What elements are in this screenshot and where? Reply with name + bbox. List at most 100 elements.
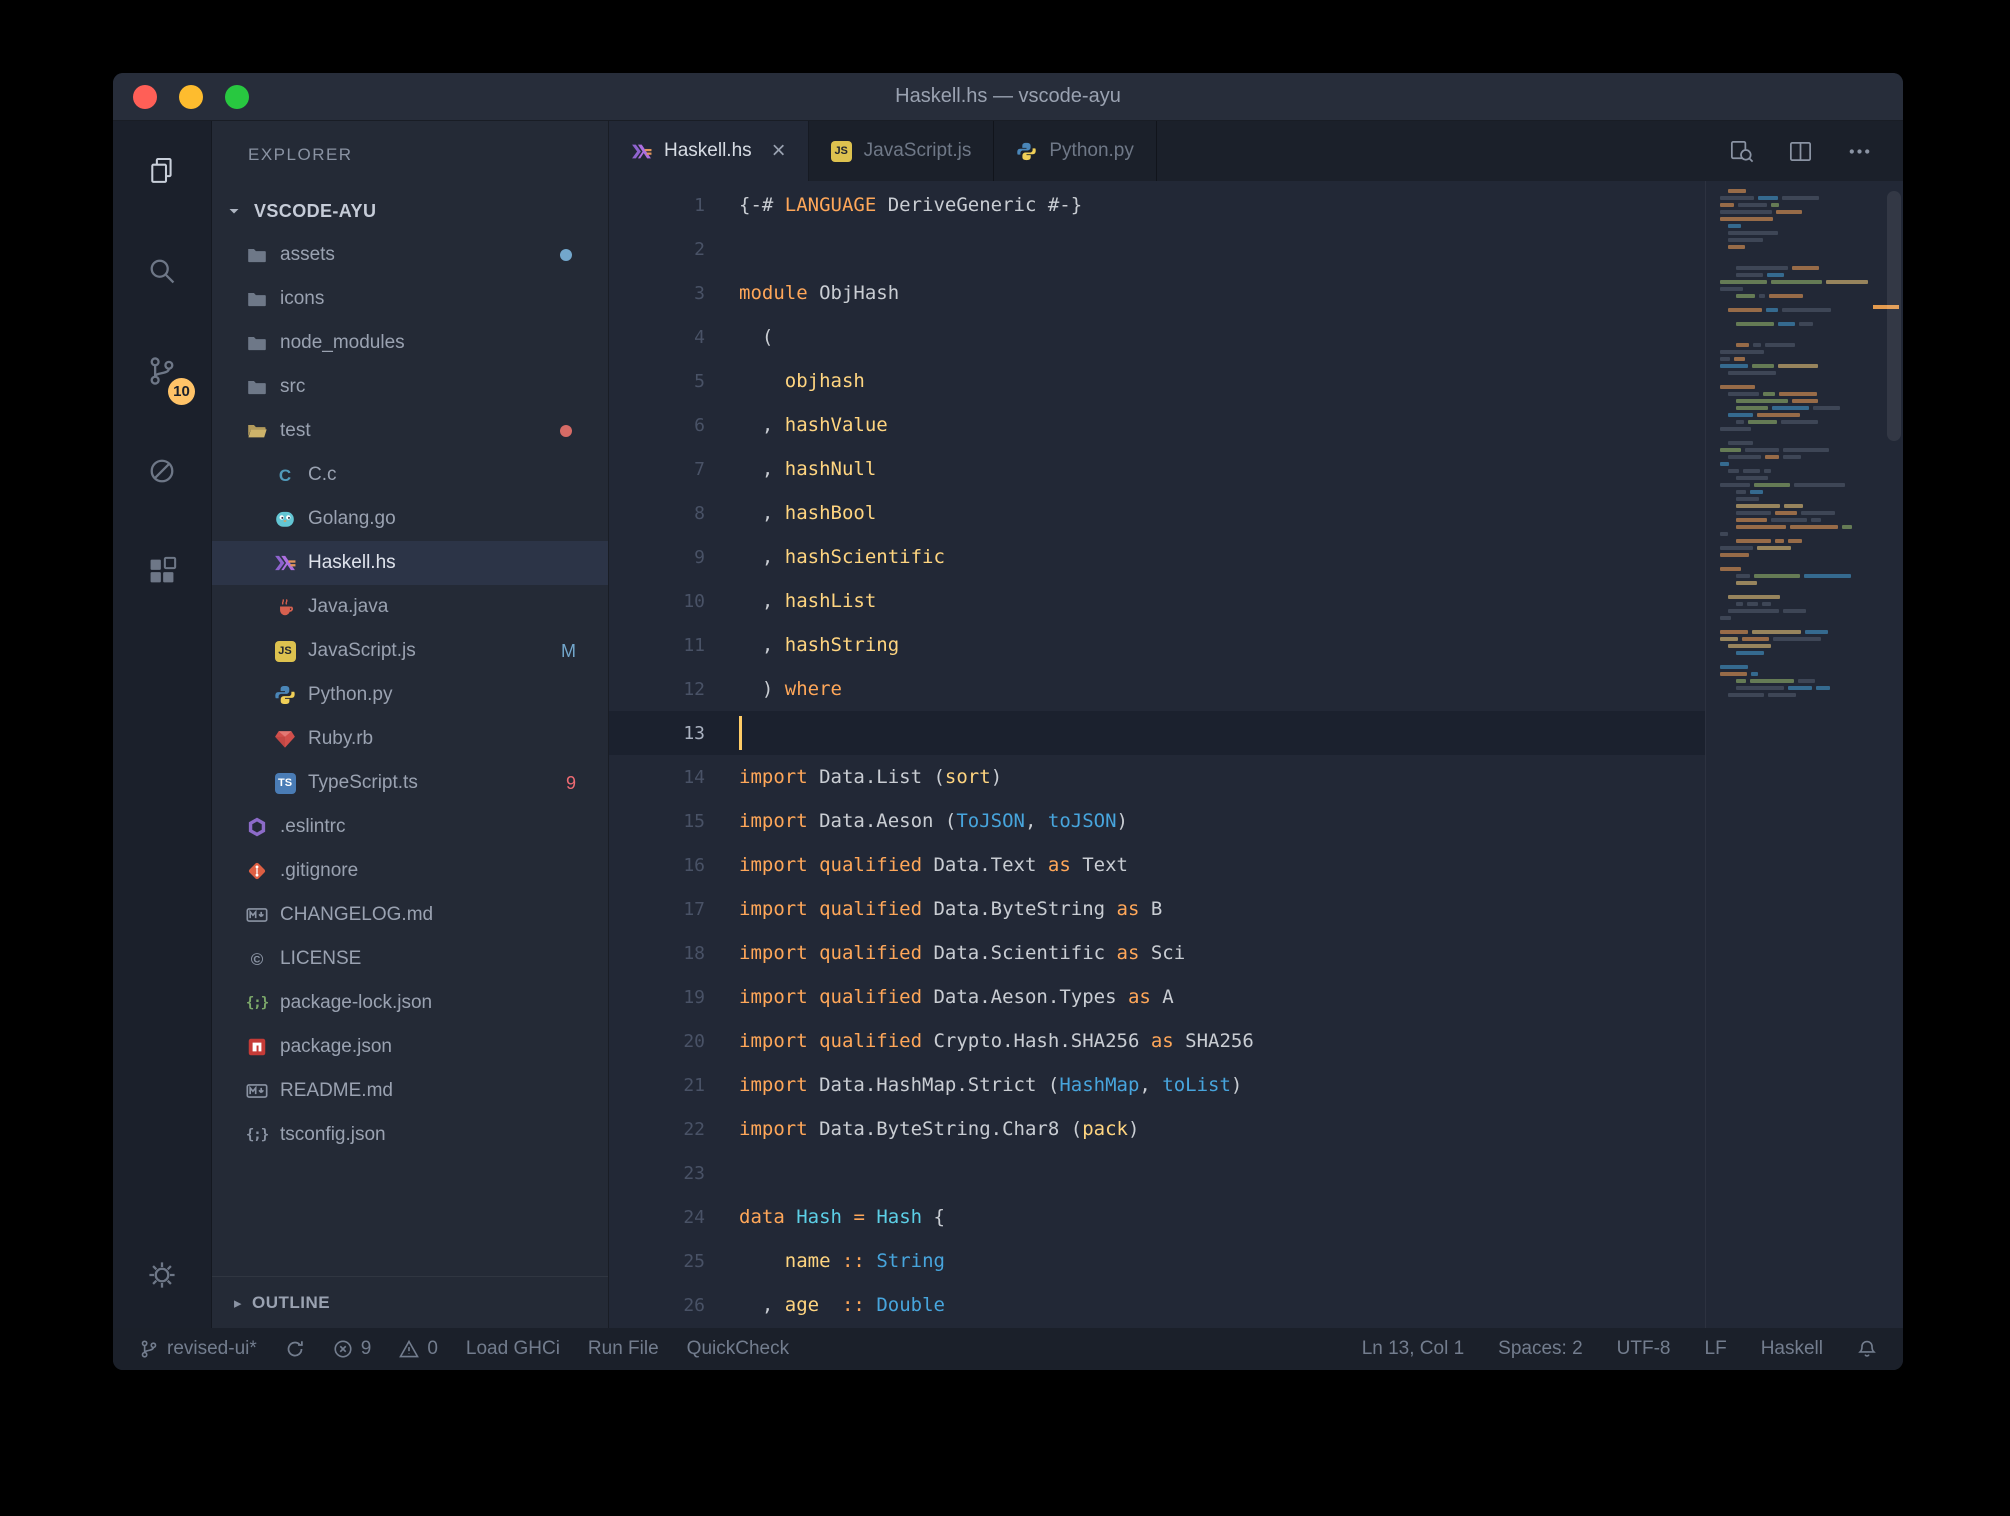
tree-item-node-modules[interactable]: node_modules [212,321,608,365]
code-line-12[interactable]: 12 ) where [609,667,1705,711]
more-actions-icon[interactable] [1846,138,1873,165]
line-number: 19 [609,987,739,1008]
tree-item-icons[interactable]: icons [212,277,608,321]
code-line-6[interactable]: 6 , hashValue [609,403,1705,447]
code-line-22[interactable]: 22import Data.ByteString.Char8 (pack) [609,1107,1705,1151]
code-line-16[interactable]: 16import qualified Data.Text as Text [609,843,1705,887]
code-line-5[interactable]: 5 objhash [609,359,1705,403]
code-line-23[interactable]: 23 [609,1151,1705,1195]
status-label: revised-ui* [167,1338,257,1360]
tree-item-package-json[interactable]: package.json [212,1025,608,1069]
tree-item-label: Ruby.rb [308,728,373,750]
close-icon[interactable]: × [772,139,786,163]
zoom-button[interactable] [225,85,249,109]
status-quickcheck[interactable]: QuickCheck [687,1338,789,1360]
status-git-branch[interactable]: revised-ui* [139,1338,257,1360]
status-notifications[interactable] [1857,1339,1877,1359]
code-text: ( [739,326,773,348]
code-line-24[interactable]: 24data Hash = Hash { [609,1195,1705,1239]
chevron-down-icon [226,203,242,219]
code-line-8[interactable]: 8 , hashBool [609,491,1705,535]
code-line-9[interactable]: 9 , hashScientific [609,535,1705,579]
tree-item-haskell-hs[interactable]: Haskell.hs [212,541,608,585]
tab-haskell-hs[interactable]: Haskell.hs× [609,121,809,181]
status-language-mode[interactable]: Haskell [1761,1338,1823,1360]
code-line-26[interactable]: 26 , age :: Double [609,1283,1705,1327]
activity-extensions[interactable] [113,521,211,621]
editor[interactable]: 1{-# LANGUAGE DeriveGeneric #-}23module … [609,181,1903,1328]
close-button[interactable] [133,85,157,109]
git-icon [246,860,268,882]
code-line-18[interactable]: 18import qualified Data.Scientific as Sc… [609,931,1705,975]
tree-item-eslintrc[interactable]: .eslintrc [212,805,608,849]
tree-item-typescript-ts[interactable]: TSTypeScript.ts9 [212,761,608,805]
minimap[interactable] [1705,181,1885,1328]
outline-section[interactable]: ▸ OUTLINE [212,1276,608,1328]
code-line-1[interactable]: 1{-# LANGUAGE DeriveGeneric #-} [609,183,1705,227]
status-encoding[interactable]: UTF-8 [1617,1338,1671,1360]
line-number: 15 [609,811,739,832]
code-line-17[interactable]: 17import qualified Data.ByteString as B [609,887,1705,931]
activity-debug[interactable] [113,421,211,521]
code-text: , age :: Double [739,1294,945,1316]
split-editor-icon[interactable] [1787,138,1814,165]
tree-item-tsconfig-json[interactable]: {;}tsconfig.json [212,1113,608,1157]
code-line-15[interactable]: 15import Data.Aeson (ToJSON, toJSON) [609,799,1705,843]
tree-item-src[interactable]: src [212,365,608,409]
code-line-3[interactable]: 3module ObjHash [609,271,1705,315]
code-line-21[interactable]: 21import Data.HashMap.Strict (HashMap, t… [609,1063,1705,1107]
tree-item-gitignore[interactable]: .gitignore [212,849,608,893]
modified-dot [560,425,572,437]
tree-item-readme-md[interactable]: README.md [212,1069,608,1113]
scrollbar-thumb[interactable] [1887,191,1901,441]
code-line-19[interactable]: 19import qualified Data.Aeson.Types as A [609,975,1705,1019]
status-label: 0 [427,1338,438,1360]
tree-item-changelog-md[interactable]: CHANGELOG.md [212,893,608,937]
code-line-13[interactable]: 13 [609,711,1705,755]
tree-root[interactable]: VSCODE-AYU [212,189,608,233]
tree-item-package-lock-json[interactable]: {;}package-lock.json [212,981,608,1025]
line-number: 14 [609,767,739,788]
haskell-icon [631,141,652,162]
status-cursor-position[interactable]: Ln 13, Col 1 [1362,1338,1464,1360]
tab-python-py[interactable]: Python.py [994,121,1157,181]
tree-item-assets[interactable]: assets [212,233,608,277]
npm-icon [246,1036,268,1058]
code-line-7[interactable]: 7 , hashNull [609,447,1705,491]
js-icon: JS [831,141,852,162]
code-line-20[interactable]: 20import qualified Crypto.Hash.SHA256 as… [609,1019,1705,1063]
code-line-4[interactable]: 4 ( [609,315,1705,359]
status-errors[interactable]: 9 [333,1338,372,1360]
tree-item-javascript-js[interactable]: JSJavaScript.jsM [212,629,608,673]
tree-item-java-java[interactable]: Java.java [212,585,608,629]
status-indentation[interactable]: Spaces: 2 [1498,1338,1583,1360]
tree-item-c-c[interactable]: CC.c [212,453,608,497]
activity-explorer[interactable] [113,121,211,221]
tree-item-label: VSCODE-AYU [254,201,376,222]
status-warnings[interactable]: 0 [399,1338,438,1360]
status-right: Ln 13, Col 1 Spaces: 2 UTF-8 LF Haskell [1362,1338,1877,1360]
sync-icon [285,1339,305,1359]
status-load-ghci[interactable]: Load GHCi [466,1338,560,1360]
code-line-14[interactable]: 14import Data.List (sort) [609,755,1705,799]
status-eol[interactable]: LF [1705,1338,1727,1360]
tree-item-golang-go[interactable]: Golang.go [212,497,608,541]
code-line-25[interactable]: 25 name :: String [609,1239,1705,1283]
activity-source-control[interactable]: 10 [113,321,211,421]
tab-javascript-js[interactable]: JSJavaScript.js [809,121,995,181]
minimize-button[interactable] [179,85,203,109]
code-line-2[interactable]: 2 [609,227,1705,271]
status-sync[interactable] [285,1339,305,1359]
activity-settings[interactable] [113,1240,211,1310]
tree-item-license[interactable]: ©LICENSE [212,937,608,981]
search-editor-icon[interactable] [1728,138,1755,165]
status-run-file[interactable]: Run File [588,1338,659,1360]
tree-item-python-py[interactable]: Python.py [212,673,608,717]
activity-search[interactable] [113,221,211,321]
tree-item-ruby-rb[interactable]: Ruby.rb [212,717,608,761]
code-line-10[interactable]: 10 , hashList [609,579,1705,623]
tree-item-test[interactable]: test [212,409,608,453]
branch-small-icon [139,1339,159,1359]
folder-icon [246,244,268,266]
code-line-11[interactable]: 11 , hashString [609,623,1705,667]
